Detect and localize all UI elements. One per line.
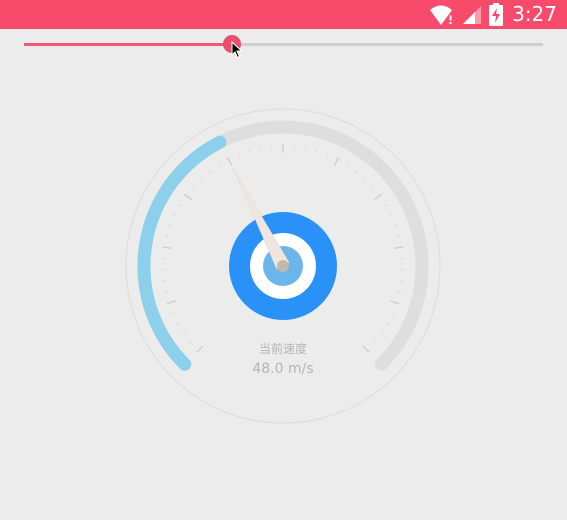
gauge-tick	[354, 169, 359, 174]
gauge-tick	[390, 300, 400, 305]
gauge-tick	[172, 213, 178, 217]
gauge-tick	[162, 246, 172, 249]
gauge-tick	[388, 213, 394, 217]
gauge-tick	[217, 162, 221, 168]
gauge-tick	[396, 235, 402, 238]
gauge-tick	[227, 157, 233, 166]
gauge-tick	[345, 162, 349, 168]
gauge-tick	[362, 176, 367, 182]
gauge-title: 当前速度	[258, 342, 307, 356]
gauge-progress-arc	[137, 135, 227, 371]
gauge-tick	[207, 169, 212, 174]
gauge-tick	[370, 184, 375, 190]
gauge-tick	[399, 280, 405, 282]
gauge-tick	[164, 235, 170, 238]
gauge-tick	[374, 193, 383, 201]
gauge-tick	[394, 246, 404, 249]
gauge-tick	[163, 291, 169, 294]
gauge-tick	[315, 148, 318, 154]
gauge-tick	[304, 146, 307, 152]
gauge-tick	[168, 224, 174, 227]
gauge-tick	[385, 321, 391, 326]
gauge-tick	[181, 331, 187, 335]
gauge-tick	[333, 157, 339, 166]
gauge-tick	[170, 312, 176, 315]
gauge-tick	[397, 291, 403, 294]
gauge-needle-pivot	[277, 260, 289, 272]
gauge-tick	[175, 321, 181, 326]
gauge-tick	[383, 203, 389, 207]
gauge-tick	[191, 184, 196, 190]
gauge-tick	[161, 280, 167, 282]
gauge-tick	[199, 176, 204, 182]
gauge-tick	[177, 203, 183, 207]
gauge-tick	[325, 152, 329, 158]
gauge-tick	[166, 300, 176, 305]
speedometer	[125, 108, 441, 424]
gauge-speed-value: 48.0 m/s	[252, 361, 314, 377]
gauge-tick	[379, 331, 385, 335]
gauge-tick	[259, 146, 262, 152]
gauge-tick	[183, 193, 192, 201]
gauge-tick	[237, 152, 241, 158]
gauge-tick	[392, 224, 398, 227]
gauge-tick	[390, 312, 396, 315]
gauge-tick	[248, 148, 251, 154]
